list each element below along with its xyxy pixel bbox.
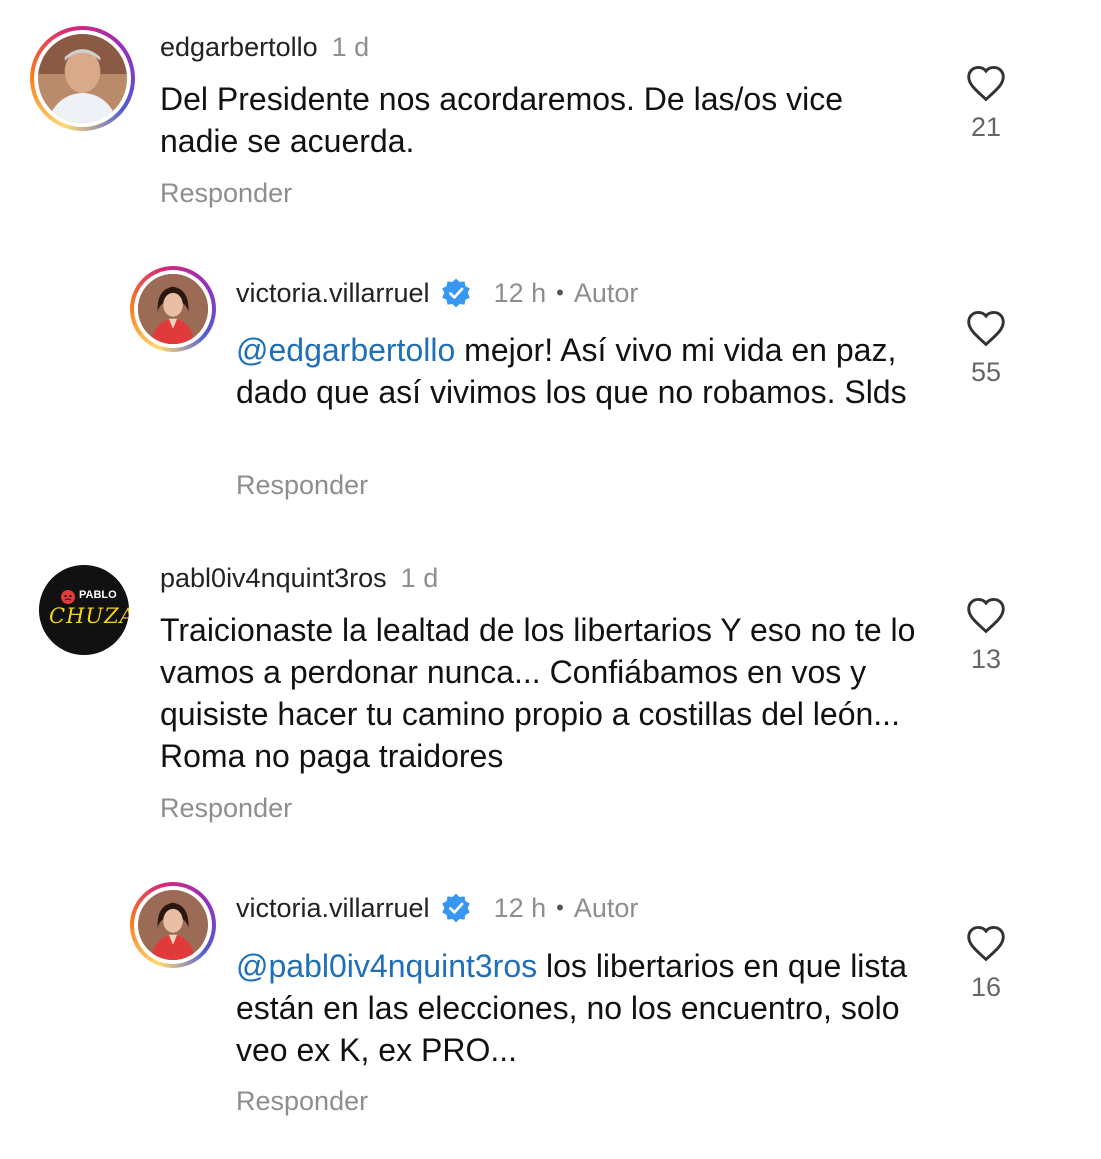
heart-outline-icon (967, 65, 1005, 102)
comment-text: Traicionaste la lealtad de los libertari… (160, 609, 930, 777)
comment-meta: edgarbertollo 1 d (160, 32, 369, 62)
like-count: 16 (970, 972, 1002, 1002)
timestamp: 1 d (400, 563, 439, 593)
comment-text: @pabl0iv4nquint3ros los libertarios en q… (236, 945, 926, 1071)
timestamp: 12 h (493, 278, 547, 308)
comment-text: @edgarbertollo mejor! Así vivo mi vida e… (236, 329, 916, 413)
heart-outline-icon (967, 310, 1005, 347)
comment-meta: victoria.villarruel 12 h • Autor (236, 892, 638, 924)
avatar[interactable] (130, 266, 216, 352)
timestamp: 12 h (493, 893, 547, 923)
comment-meta: pabl0iv4nquint3ros 1 d (160, 563, 438, 593)
like-button[interactable]: 16 (956, 924, 1016, 1003)
comment-text: Del Presidente nos acordaremos. De las/o… (160, 78, 930, 162)
author-badge: Autor (573, 893, 639, 923)
reply-button[interactable]: Responder (236, 470, 368, 501)
mention-link[interactable]: @pabl0iv4nquint3ros (236, 948, 537, 984)
comment-body: Del Presidente nos acordaremos. De las/o… (160, 81, 843, 159)
mention-link[interactable]: @edgarbertollo (236, 332, 455, 368)
like-count: 21 (970, 112, 1002, 142)
like-button[interactable]: 21 (956, 64, 1016, 143)
timestamp: 1 d (331, 32, 370, 62)
reply-button[interactable]: Responder (160, 793, 292, 824)
username[interactable]: pabl0iv4nquint3ros (160, 563, 387, 593)
avatar[interactable]: PABLO CHUZA (39, 565, 129, 655)
reply-button[interactable]: Responder (236, 1086, 368, 1117)
username[interactable]: victoria.villarruel (236, 278, 430, 308)
comment-meta: victoria.villarruel 12 h • Autor (236, 277, 638, 309)
username[interactable]: victoria.villarruel (236, 893, 430, 923)
avatar-image (38, 34, 127, 123)
verified-badge-icon (441, 893, 470, 923)
like-button[interactable]: 55 (956, 309, 1016, 388)
username[interactable]: edgarbertollo (160, 32, 318, 62)
comment-body: Traicionaste la lealtad de los libertari… (160, 612, 916, 774)
heart-outline-icon (967, 925, 1005, 962)
avatar-image (138, 890, 208, 960)
separator-dot: • (556, 280, 564, 305)
heart-outline-icon (967, 597, 1005, 634)
like-count: 55 (970, 357, 1002, 387)
avatar-label-top: PABLO (79, 589, 117, 601)
like-button[interactable]: 13 (956, 596, 1016, 675)
like-count: 13 (970, 644, 1002, 674)
reply-button[interactable]: Responder (160, 178, 292, 209)
avatar[interactable] (30, 26, 135, 131)
separator-dot: • (556, 895, 564, 920)
avatar[interactable] (130, 882, 216, 968)
verified-badge-icon (441, 278, 470, 308)
avatar-image (138, 274, 208, 344)
avatar-label-bottom: CHUZA (49, 604, 129, 628)
author-badge: Autor (573, 278, 639, 308)
